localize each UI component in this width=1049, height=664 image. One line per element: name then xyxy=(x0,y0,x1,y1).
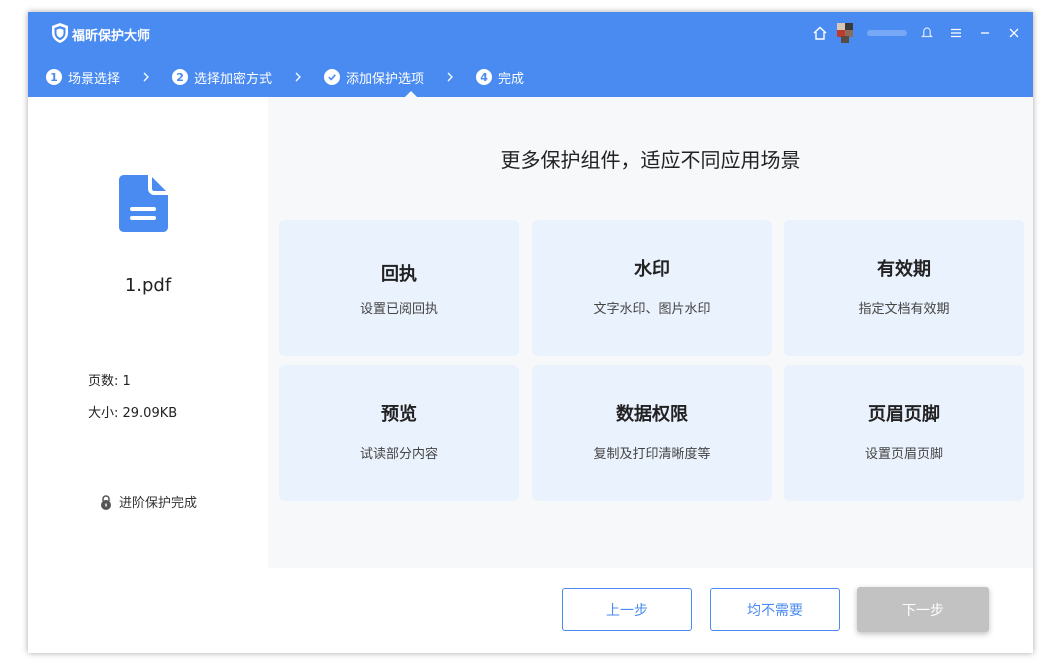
card-desc: 试读部分内容 xyxy=(359,447,438,462)
chevron-right-icon xyxy=(142,71,150,83)
file-name: 1.pdf xyxy=(124,275,172,296)
app-title: 福昕保护大师 xyxy=(72,29,151,44)
section-heading: 更多保护组件，适应不同应用场景 xyxy=(500,148,801,172)
avatar[interactable] xyxy=(837,23,861,43)
lock-icon xyxy=(100,494,111,510)
menu-icon[interactable] xyxy=(947,24,965,42)
card-title: 有效期 xyxy=(877,259,931,280)
card-desc: 设置页眉页脚 xyxy=(864,447,943,462)
card-title: 水印 xyxy=(634,259,670,280)
card-title: 回执 xyxy=(381,264,417,285)
check-icon xyxy=(324,69,341,85)
file-size: 大小: 29.09KB xyxy=(88,406,178,421)
protection-options: 更多保护组件，适应不同应用场景 回执 设置已阅回执 水印 文字水印、图片水印 有… xyxy=(268,97,1033,568)
shield-logo-icon xyxy=(52,23,68,43)
step-indicator: 1 场景选择 2 选择加密方式 添加保护选项 4 完成 xyxy=(46,67,524,87)
status-text: 进阶保护完成 xyxy=(118,496,197,511)
option-card-validity[interactable]: 有效期 指定文档有效期 xyxy=(784,220,1024,356)
card-desc: 指定文档有效期 xyxy=(858,302,950,317)
step-label: 场景选择 xyxy=(68,71,121,87)
step-label: 完成 xyxy=(498,71,525,87)
window-controls xyxy=(800,22,1023,44)
home-icon[interactable] xyxy=(811,24,829,42)
card-desc: 复制及打印清晰度等 xyxy=(593,447,711,462)
option-card-receipt[interactable]: 回执 设置已阅回执 xyxy=(279,220,519,356)
card-title: 预览 xyxy=(381,404,417,425)
step-number: 1 xyxy=(46,69,62,85)
document-icon xyxy=(119,175,168,232)
option-card-watermark[interactable]: 水印 文字水印、图片水印 xyxy=(532,220,772,356)
card-title: 数据权限 xyxy=(616,404,688,425)
title-bar: 福昕保护大师 1 场景选择 2 选择加密方式 添加保护选项 4 完成 xyxy=(28,12,1033,97)
card-desc: 设置已阅回执 xyxy=(359,302,438,317)
minimize-icon[interactable] xyxy=(976,24,994,42)
option-card-header-footer[interactable]: 页眉页脚 设置页眉页脚 xyxy=(784,365,1024,501)
protection-status: 进阶保护完成 xyxy=(28,492,268,511)
user-name-blurred[interactable] xyxy=(867,30,907,36)
chevron-right-icon xyxy=(294,71,302,83)
card-title: 页眉页脚 xyxy=(868,404,940,425)
page-count: 页数: 1 xyxy=(88,374,131,389)
skip-all-button[interactable]: 均不需要 xyxy=(710,588,840,631)
option-card-preview[interactable]: 预览 试读部分内容 xyxy=(279,365,519,501)
bell-icon[interactable] xyxy=(918,24,936,42)
step-2[interactable]: 2 选择加密方式 xyxy=(172,68,272,87)
step-number: 2 xyxy=(172,69,189,85)
card-desc: 文字水印、图片水印 xyxy=(593,302,711,317)
step-4[interactable]: 4 完成 xyxy=(476,68,524,87)
step-3[interactable]: 添加保护选项 xyxy=(324,68,424,87)
next-step-button[interactable]: 下一步 xyxy=(857,587,989,632)
app-window: 福昕保护大师 1 场景选择 2 选择加密方式 添加保护选项 4 完成 1.pdf… xyxy=(28,12,1033,653)
footer-bar: 上一步 均不需要 下一步 xyxy=(28,568,1033,653)
step-label: 添加保护选项 xyxy=(346,71,425,87)
file-info-panel: 1.pdf 页数: 1 大小: 29.09KB 进阶保护完成 xyxy=(28,97,268,568)
chevron-right-icon xyxy=(446,71,454,83)
close-icon[interactable] xyxy=(1005,24,1023,42)
step-label: 选择加密方式 xyxy=(194,71,273,87)
prev-step-button[interactable]: 上一步 xyxy=(562,588,692,631)
step-number: 4 xyxy=(476,69,493,85)
option-card-data-permission[interactable]: 数据权限 复制及打印清晰度等 xyxy=(532,365,772,501)
step-1[interactable]: 1 场景选择 xyxy=(46,68,120,87)
